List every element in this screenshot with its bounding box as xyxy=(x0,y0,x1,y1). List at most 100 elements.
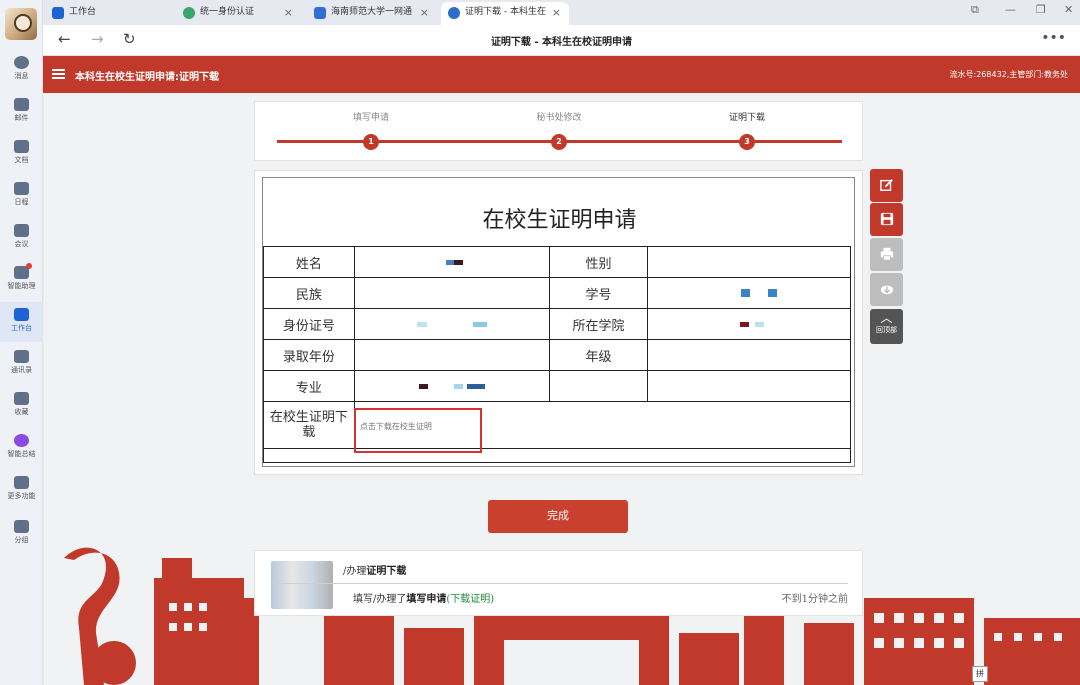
dock-item-label: 智能总结 xyxy=(7,450,36,458)
tab-label: 工作台 xyxy=(69,7,97,17)
dock-item-calendar[interactable]: 日程 xyxy=(0,176,43,216)
meeting-icon xyxy=(14,224,29,237)
close-window-icon[interactable]: ✕ xyxy=(1064,3,1073,16)
field-label: 所在学院 xyxy=(548,308,649,340)
dock-item-more[interactable]: 更多功能 xyxy=(0,470,43,510)
site-favicon-icon xyxy=(448,7,460,19)
step-2: 秘书处修改 2 xyxy=(519,110,599,150)
print-button[interactable] xyxy=(870,238,903,271)
document-icon xyxy=(14,140,29,153)
tab-bar: 工作台 统一身份认证 × 海南师范大学一网通 × 证明下载 - 本科生在 × ⧉ — … xyxy=(43,0,1080,25)
table-row: 姓名 性别 xyxy=(263,246,851,278)
field-value xyxy=(647,308,851,340)
dock-item-ai-summary[interactable]: 智能总结 xyxy=(0,428,43,468)
redacted-pixel xyxy=(416,321,427,327)
form-table: 姓名 性别 民族 学号 身份证号 所在学院 录取年份 年级 专业 在校生证明下载… xyxy=(263,246,852,463)
avatar[interactable] xyxy=(5,8,37,40)
field-label: 姓名 xyxy=(263,246,355,278)
left-dock: 消息 邮件 文档 日程 会议 智能助理 工作台 通讯录 收藏 智能总结 更多功能… xyxy=(0,0,43,685)
tab-label: 统一身份认证 xyxy=(200,7,255,17)
grid-icon xyxy=(14,308,29,321)
dock-item-favorites[interactable]: 收藏 xyxy=(0,386,43,426)
tab-workbench[interactable]: 工作台 xyxy=(45,2,165,25)
dock-item-assistant[interactable]: 智能助理 xyxy=(0,260,43,300)
mail-icon xyxy=(14,98,29,111)
activity-action: 证明下载 xyxy=(366,566,407,577)
close-icon[interactable]: × xyxy=(284,2,293,23)
field-value xyxy=(353,370,550,402)
dock-item-groups[interactable]: 分组 xyxy=(0,514,43,554)
activity-link[interactable]: (下载证明) xyxy=(446,594,494,605)
dock-item-label: 消息 xyxy=(14,72,29,80)
redacted-pixel xyxy=(768,289,778,297)
print-icon xyxy=(880,247,893,261)
header-title: 本科生在校生证明申请:证明下载 xyxy=(75,72,219,83)
finish-button[interactable]: 完成 xyxy=(488,500,628,533)
org-chart-icon xyxy=(14,350,29,363)
redacted-pixel xyxy=(446,259,455,265)
ime-indicator[interactable]: 拼 xyxy=(972,666,988,682)
back-to-top-label: 回顶部 xyxy=(876,326,897,334)
maximize-icon[interactable]: ❐ xyxy=(1036,3,1046,16)
chat-icon xyxy=(14,56,29,69)
field-value xyxy=(353,308,550,340)
back-to-top-button[interactable]: ︿ 回顶部 xyxy=(870,309,903,344)
chevron-up-icon: ︿ xyxy=(880,311,893,325)
step-number: 2 xyxy=(551,134,567,150)
dock-item-messages[interactable]: 消息 xyxy=(0,50,43,90)
activity-action: 填写申请 xyxy=(406,594,447,605)
v-icon xyxy=(14,476,29,489)
step-label: 证明下载 xyxy=(728,113,765,123)
hexagon-icon xyxy=(14,392,29,405)
progress-steps: 填写申请 1 秘书处修改 2 证明下载 3 xyxy=(254,101,863,161)
step-number: 3 xyxy=(739,134,755,150)
dock-item-label: 日程 xyxy=(14,198,29,206)
calendar-icon xyxy=(14,182,29,195)
redacted-pixel xyxy=(741,289,751,297)
serial-info: 流水号:268432,主管部门:教务处 xyxy=(949,70,1068,79)
certificate-form-card: 在校生证明申请 姓名 性别 民族 学号 身份证号 所在学院 录取年份 年级 专业… xyxy=(254,170,863,475)
field-label xyxy=(548,370,649,402)
redacted-pixel xyxy=(418,383,428,389)
dock-item-label: 工作台 xyxy=(11,324,32,332)
redacted-pixel xyxy=(466,383,485,389)
edit-button[interactable] xyxy=(870,169,903,202)
dock-item-contacts[interactable]: 通讯录 xyxy=(0,344,43,384)
minimize-icon[interactable]: — xyxy=(1005,3,1016,16)
field-label: 身份证号 xyxy=(263,308,355,340)
more-icon[interactable]: ••• xyxy=(1041,30,1066,46)
tab-certificate-download[interactable]: 证明下载 - 本科生在 × xyxy=(441,2,569,25)
table-row xyxy=(263,448,851,463)
avatar xyxy=(271,561,333,609)
dock-item-label: 更多功能 xyxy=(7,492,36,500)
field-value xyxy=(353,339,550,371)
table-row: 民族 学号 xyxy=(263,277,851,309)
dock-item-meeting[interactable]: 会议 xyxy=(0,218,43,258)
field-value xyxy=(647,339,851,371)
table-row: 在校生证明下载 点击下载在校生证明 xyxy=(263,401,852,449)
field-value xyxy=(353,246,550,278)
cloud-download-button[interactable] xyxy=(870,273,903,306)
tab-unified-auth[interactable]: 统一身份认证 × xyxy=(176,2,301,25)
address-bar: ← → ↻ 证明下载 - 本科生在校证明申请 ••• xyxy=(43,25,1080,56)
dock-item-label: 邮件 xyxy=(14,114,29,122)
dock-item-mail[interactable]: 邮件 xyxy=(0,92,43,132)
tab-hainan-normal[interactable]: 海南师范大学一网通 × xyxy=(307,2,437,25)
step-label: 秘书处修改 xyxy=(536,113,582,123)
divider xyxy=(273,583,848,584)
app-header: 本科生在校生证明申请:证明下载 流水号:268432,主管部门:教务处 xyxy=(43,56,1080,93)
close-icon[interactable]: × xyxy=(420,2,429,23)
save-button[interactable] xyxy=(870,203,903,236)
restore-icon[interactable]: ⧉ xyxy=(971,3,979,17)
dock-item-workbench[interactable]: 工作台 xyxy=(0,302,43,342)
dock-item-docs[interactable]: 文档 xyxy=(0,134,43,174)
field-value xyxy=(647,277,851,309)
redacted-pixel xyxy=(755,321,765,327)
hamburger-menu-icon[interactable] xyxy=(52,69,65,79)
empty-cell xyxy=(263,448,851,463)
dock-item-label: 智能助理 xyxy=(7,282,36,290)
field-value xyxy=(647,370,851,402)
page-title: 证明下载 - 本科生在校证明申请 xyxy=(490,37,633,48)
close-icon[interactable]: × xyxy=(552,2,561,23)
step-1: 填写申请 1 xyxy=(331,110,411,150)
